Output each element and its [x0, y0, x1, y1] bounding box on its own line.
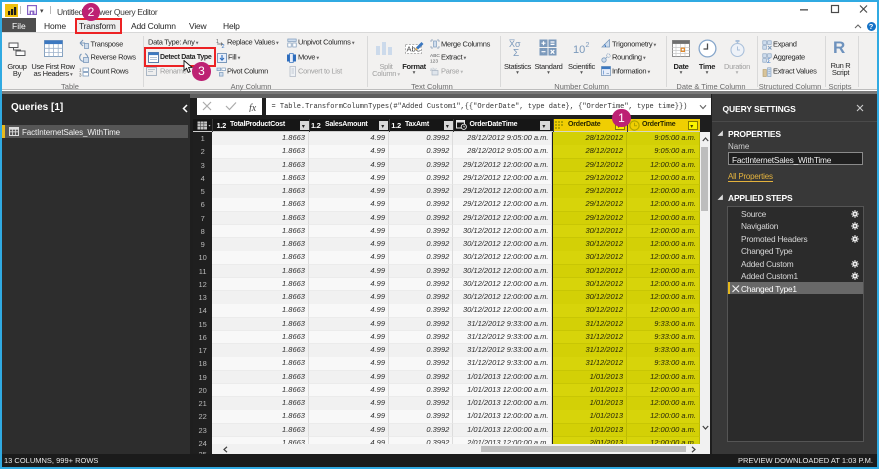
svg-text:fx: fx — [249, 103, 257, 112]
svg-text:Σ: Σ — [513, 48, 519, 57]
svg-text:3: 3 — [79, 72, 82, 77]
svg-text:Σ: Σ — [767, 59, 771, 63]
svg-text:2: 2 — [222, 44, 225, 48]
svg-text:2: 2 — [586, 42, 590, 49]
svg-text:i: i — [603, 71, 604, 76]
svg-text:123: 123 — [430, 58, 438, 63]
svg-text:10: 10 — [573, 44, 585, 56]
svg-text:ABC: ABC — [430, 53, 440, 59]
